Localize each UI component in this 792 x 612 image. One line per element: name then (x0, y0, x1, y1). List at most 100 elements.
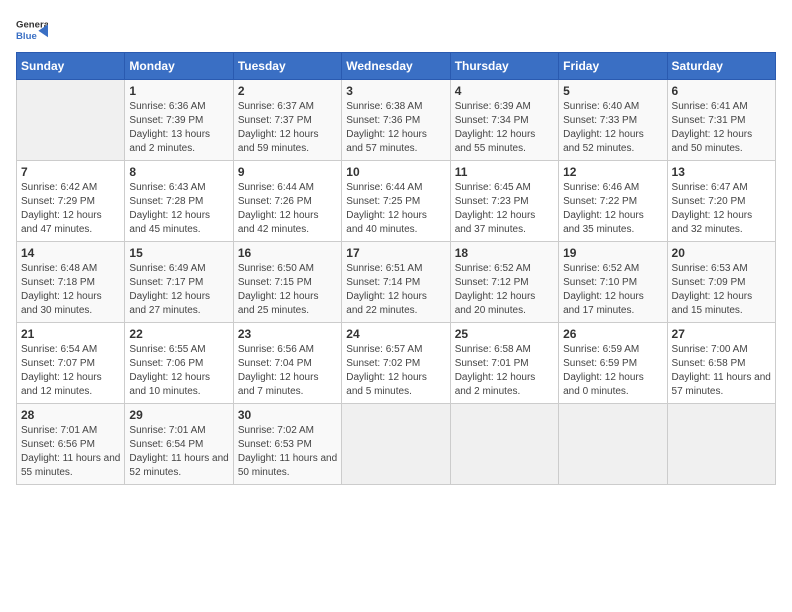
day-info: Sunrise: 7:01 AMSunset: 6:56 PMDaylight:… (21, 424, 120, 480)
week-row-2: 7 Sunrise: 6:42 AMSunset: 7:29 PMDaylight… (17, 161, 776, 242)
day-number: 8 (129, 165, 228, 179)
day-info: Sunrise: 6:37 AMSunset: 7:37 PMDaylight:… (238, 100, 337, 156)
day-number: 25 (455, 327, 554, 341)
day-cell: 23 Sunrise: 6:56 AMSunset: 7:04 PMDayligh… (233, 323, 341, 404)
day-cell: 21 Sunrise: 6:54 AMSunset: 7:07 PMDayligh… (17, 323, 125, 404)
day-info: Sunrise: 6:47 AMSunset: 7:20 PMDaylight:… (672, 181, 771, 237)
day-number: 5 (563, 84, 662, 98)
day-number: 1 (129, 84, 228, 98)
weekday-header-friday: Friday (559, 53, 667, 80)
day-cell: 3 Sunrise: 6:38 AMSunset: 7:36 PMDaylight… (342, 80, 450, 161)
day-number: 11 (455, 165, 554, 179)
day-cell: 29 Sunrise: 7:01 AMSunset: 6:54 PMDayligh… (125, 404, 233, 485)
day-number: 19 (563, 246, 662, 260)
day-number: 15 (129, 246, 228, 260)
day-cell: 8 Sunrise: 6:43 AMSunset: 7:28 PMDaylight… (125, 161, 233, 242)
weekday-header-tuesday: Tuesday (233, 53, 341, 80)
day-cell: 28Sunrise: 7:01 AMSunset: 6:56 PMDayligh… (17, 404, 125, 485)
day-info: Sunrise: 6:42 AMSunset: 7:29 PMDaylight:… (21, 181, 120, 237)
day-info: Sunrise: 6:52 AMSunset: 7:12 PMDaylight:… (455, 262, 554, 318)
day-number: 7 (21, 165, 120, 179)
day-cell (559, 404, 667, 485)
day-number: 3 (346, 84, 445, 98)
day-info: Sunrise: 6:55 AMSunset: 7:06 PMDaylight:… (129, 343, 228, 399)
day-info: Sunrise: 6:39 AMSunset: 7:34 PMDaylight:… (455, 100, 554, 156)
day-info: Sunrise: 6:46 AMSunset: 7:22 PMDaylight:… (563, 181, 662, 237)
day-cell (17, 80, 125, 161)
day-number: 12 (563, 165, 662, 179)
weekday-header-thursday: Thursday (450, 53, 558, 80)
day-info: Sunrise: 6:54 AMSunset: 7:07 PMDaylight:… (21, 343, 120, 399)
calendar-table: SundayMondayTuesdayWednesdayThursdayFrid… (16, 52, 776, 485)
day-number: 18 (455, 246, 554, 260)
week-row-4: 21 Sunrise: 6:54 AMSunset: 7:07 PMDayligh… (17, 323, 776, 404)
week-row-5: 28Sunrise: 7:01 AMSunset: 6:56 PMDayligh… (17, 404, 776, 485)
day-cell: 11 Sunrise: 6:45 AMSunset: 7:23 PMDayligh… (450, 161, 558, 242)
day-number: 24 (346, 327, 445, 341)
day-number: 21 (21, 327, 120, 341)
day-number: 13 (672, 165, 771, 179)
day-info: Sunrise: 6:38 AMSunset: 7:36 PMDaylight:… (346, 100, 445, 156)
day-info: Sunrise: 6:53 AMSunset: 7:09 PMDaylight:… (672, 262, 771, 318)
day-info: Sunrise: 6:58 AMSunset: 7:01 PMDaylight:… (455, 343, 554, 399)
day-info: Sunrise: 6:36 AMSunset: 7:39 PMDaylight:… (129, 100, 228, 156)
day-cell: 6Sunrise: 6:41 AMSunset: 7:31 PMDaylight… (667, 80, 775, 161)
day-cell: 26Sunrise: 6:59 AMSunset: 6:59 PMDayligh… (559, 323, 667, 404)
day-cell: 16Sunrise: 6:50 AMSunset: 7:15 PMDayligh… (233, 242, 341, 323)
day-number: 9 (238, 165, 337, 179)
day-cell: 15 Sunrise: 6:49 AMSunset: 7:17 PMDayligh… (125, 242, 233, 323)
day-info: Sunrise: 6:59 AMSunset: 6:59 PMDaylight:… (563, 343, 662, 399)
day-info: Sunrise: 6:45 AMSunset: 7:23 PMDaylight:… (455, 181, 554, 237)
day-info: Sunrise: 6:57 AMSunset: 7:02 PMDaylight:… (346, 343, 445, 399)
week-row-3: 14 Sunrise: 6:48 AMSunset: 7:18 PMDayligh… (17, 242, 776, 323)
day-cell (450, 404, 558, 485)
day-number: 6 (672, 84, 771, 98)
weekday-header-saturday: Saturday (667, 53, 775, 80)
day-cell: 4 Sunrise: 6:39 AMSunset: 7:34 PMDaylight… (450, 80, 558, 161)
day-info: Sunrise: 6:52 AMSunset: 7:10 PMDaylight:… (563, 262, 662, 318)
day-cell: 17 Sunrise: 6:51 AMSunset: 7:14 PMDayligh… (342, 242, 450, 323)
weekday-header-monday: Monday (125, 53, 233, 80)
day-info: Sunrise: 7:00 AMSunset: 6:58 PMDaylight:… (672, 343, 771, 399)
day-number: 29 (129, 408, 228, 422)
day-cell: 25 Sunrise: 6:58 AMSunset: 7:01 PMDayligh… (450, 323, 558, 404)
day-info: Sunrise: 6:56 AMSunset: 7:04 PMDaylight:… (238, 343, 337, 399)
day-cell: 18 Sunrise: 6:52 AMSunset: 7:12 PMDayligh… (450, 242, 558, 323)
day-number: 4 (455, 84, 554, 98)
day-info: Sunrise: 7:01 AMSunset: 6:54 PMDaylight:… (129, 424, 228, 480)
week-row-1: 1 Sunrise: 6:36 AMSunset: 7:39 PMDaylight… (17, 80, 776, 161)
day-cell (667, 404, 775, 485)
day-cell: 30 Sunrise: 7:02 AMSunset: 6:53 PMDayligh… (233, 404, 341, 485)
day-number: 2 (238, 84, 337, 98)
day-cell: 5Sunrise: 6:40 AMSunset: 7:33 PMDaylight… (559, 80, 667, 161)
day-number: 17 (346, 246, 445, 260)
weekday-header-row: SundayMondayTuesdayWednesdayThursdayFrid… (17, 53, 776, 80)
day-number: 20 (672, 246, 771, 260)
day-number: 14 (21, 246, 120, 260)
day-info: Sunrise: 6:51 AMSunset: 7:14 PMDaylight:… (346, 262, 445, 318)
day-number: 22 (129, 327, 228, 341)
day-cell: 19 Sunrise: 6:52 AMSunset: 7:10 PMDayligh… (559, 242, 667, 323)
day-number: 16 (238, 246, 337, 260)
day-number: 23 (238, 327, 337, 341)
day-info: Sunrise: 6:44 AMSunset: 7:25 PMDaylight:… (346, 181, 445, 237)
day-cell: 24 Sunrise: 6:57 AMSunset: 7:02 PMDayligh… (342, 323, 450, 404)
day-cell: 22 Sunrise: 6:55 AMSunset: 7:06 PMDayligh… (125, 323, 233, 404)
day-cell: 13 Sunrise: 6:47 AMSunset: 7:20 PMDayligh… (667, 161, 775, 242)
day-cell (342, 404, 450, 485)
day-info: Sunrise: 6:44 AMSunset: 7:26 PMDaylight:… (238, 181, 337, 237)
day-cell: 27Sunrise: 7:00 AMSunset: 6:58 PMDayligh… (667, 323, 775, 404)
day-info: Sunrise: 6:43 AMSunset: 7:28 PMDaylight:… (129, 181, 228, 237)
day-cell: 1 Sunrise: 6:36 AMSunset: 7:39 PMDaylight… (125, 80, 233, 161)
logo-icon: General Blue (16, 16, 48, 44)
day-number: 30 (238, 408, 337, 422)
day-info: Sunrise: 6:49 AMSunset: 7:17 PMDaylight:… (129, 262, 228, 318)
day-cell: 2 Sunrise: 6:37 AMSunset: 7:37 PMDaylight… (233, 80, 341, 161)
weekday-header-wednesday: Wednesday (342, 53, 450, 80)
day-cell: 12 Sunrise: 6:46 AMSunset: 7:22 PMDayligh… (559, 161, 667, 242)
day-info: Sunrise: 7:02 AMSunset: 6:53 PMDaylight:… (238, 424, 337, 480)
day-number: 10 (346, 165, 445, 179)
weekday-header-sunday: Sunday (17, 53, 125, 80)
header: General Blue (16, 16, 776, 44)
day-info: Sunrise: 6:48 AMSunset: 7:18 PMDaylight:… (21, 262, 120, 318)
